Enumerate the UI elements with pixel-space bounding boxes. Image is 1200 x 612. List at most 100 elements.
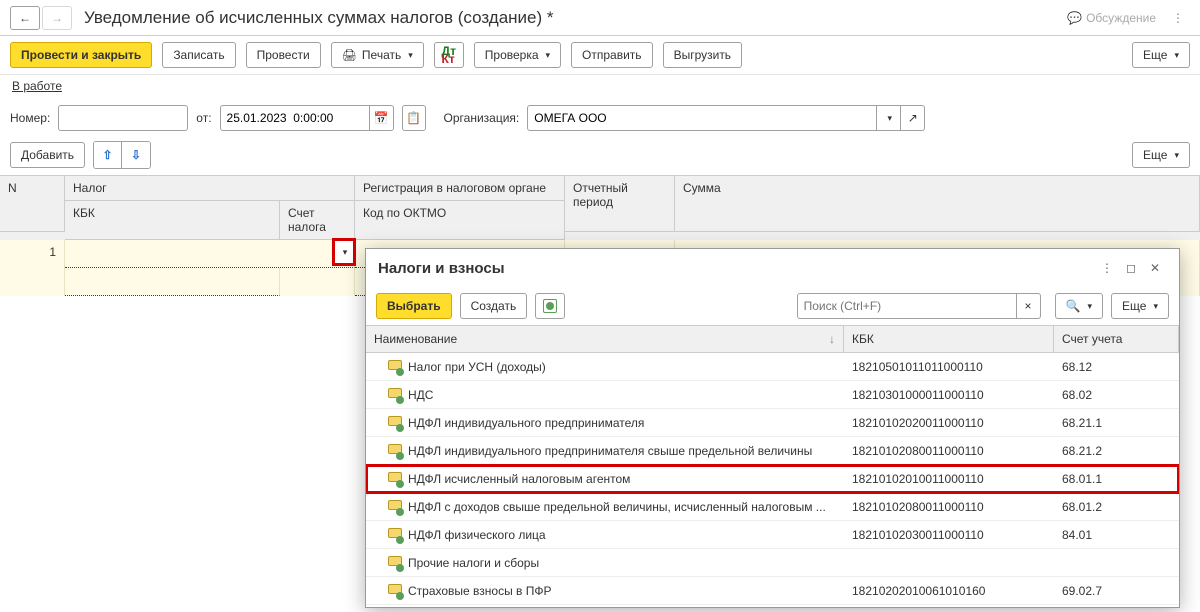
org-input-group: ▾ ↗ (527, 105, 925, 131)
tax-kbk: 18210102030011000110 (844, 528, 1054, 542)
chevron-down-icon: ▾ (546, 50, 551, 61)
col-oktmo[interactable]: Код по ОКТМО (355, 201, 564, 225)
main-toolbar: Провести и закрыть Записать Провести 🖨 П… (0, 36, 1200, 75)
calendar-icon[interactable]: 📅 (370, 105, 394, 131)
org-dropdown-button[interactable]: ▾ (877, 105, 901, 131)
check-button[interactable]: Проверка ▾ (474, 42, 561, 68)
popup-more-button[interactable]: Еще ▾ (1111, 293, 1169, 319)
tax-row[interactable]: НДФЛ индивидуального предпринимателя свы… (366, 437, 1179, 465)
number-input[interactable] (58, 105, 188, 131)
search-clear-button[interactable]: × (1017, 293, 1041, 319)
popup-toolbar: Выбрать Создать × 🔍 ▾ Еще ▾ (366, 287, 1179, 325)
popup-grid-header: Наименование ↓ КБК Счет учета (366, 325, 1179, 353)
date-input-group: 📅 (220, 105, 394, 131)
tax-kbk: 18210102080011000110 (844, 444, 1054, 458)
tax-acc: 84.01 (1054, 528, 1179, 542)
tax-kbk: 18210102010011000110 (844, 472, 1054, 486)
grid-toolbar: Добавить ⇧ ⇩ Еще ▾ (0, 135, 1200, 175)
tax-name: Страховые взносы в ПФР (408, 584, 552, 598)
tax-acc: 68.01.2 (1054, 500, 1179, 514)
search-input[interactable] (797, 293, 1017, 319)
tax-row[interactable]: НДФЛ с доходов свыше предельной величины… (366, 493, 1179, 521)
col-n[interactable]: N (0, 176, 65, 232)
status-row: В работе (0, 75, 1200, 101)
col-reg[interactable]: Регистрация в налоговом органе (355, 176, 564, 201)
form-row: Номер: от: 📅 📋 Организация: ▾ ↗ (0, 101, 1200, 135)
tax-row[interactable]: НДФЛ исчисленный налоговым агентом182101… (366, 465, 1179, 493)
tax-icon (388, 416, 402, 430)
col-tax[interactable]: Налог (65, 176, 354, 201)
tax-name: НДФЛ физического лица (408, 528, 546, 542)
printer-icon: 🖨 (342, 48, 357, 62)
tax-name: НДФЛ с доходов свыше предельной величины… (408, 500, 826, 514)
col-acc[interactable]: Счет налога (280, 201, 354, 239)
chevron-down-icon: ▾ (1174, 50, 1179, 61)
tax-icon (388, 556, 402, 570)
add-button[interactable]: Добавить (10, 142, 85, 168)
tax-icon (388, 584, 402, 598)
create-copy-button[interactable] (535, 293, 565, 319)
tax-acc: 68.01.1 (1054, 472, 1179, 486)
tax-icon (388, 360, 402, 374)
tax-row[interactable]: НДФЛ физического лица 1821010203001100011… (366, 521, 1179, 549)
col-kbk[interactable]: КБК (65, 201, 280, 239)
org-label: Организация: (444, 111, 520, 125)
tax-row[interactable]: Налог при УСН (доходы)182105010110110001… (366, 353, 1179, 381)
select-button[interactable]: Выбрать (376, 293, 452, 319)
popup-menu-button[interactable]: ⋮ (1095, 257, 1119, 279)
search-box: × (797, 293, 1041, 319)
status-link[interactable]: В работе (12, 79, 62, 93)
org-open-button[interactable]: ↗ (901, 105, 925, 131)
popup-header: Налоги и взносы ⋮ ◻ ✕ (366, 249, 1179, 287)
tax-kbk: 18210102020011000110 (844, 416, 1054, 430)
move-down-button[interactable]: ⇩ (122, 142, 150, 168)
grid-header-row1: N Налог КБК Счет налога Регистрация в на… (0, 176, 1200, 240)
print-button[interactable]: 🖨 Печать ▾ (331, 42, 424, 68)
kbk-cell[interactable] (65, 268, 280, 296)
tax-row[interactable]: НДС1821030100001100011068.02 (366, 381, 1179, 409)
dtkt-button[interactable]: ДтКт (434, 42, 464, 68)
popup-maximize-button[interactable]: ◻ (1119, 257, 1143, 279)
kebab-menu[interactable]: ⋮ (1166, 11, 1190, 25)
popup-body[interactable]: Налог при УСН (доходы)182105010110110001… (366, 353, 1179, 607)
col-sum[interactable]: Сумма (675, 176, 1200, 232)
discuss-button[interactable]: 💬 Обсуждение (1067, 11, 1156, 25)
send-button[interactable]: Отправить (571, 42, 653, 68)
tax-name: Прочие налоги и сборы (408, 556, 539, 570)
copy-icon (543, 299, 557, 313)
forward-button[interactable]: → (42, 6, 72, 30)
tax-row[interactable]: НДФЛ индивидуального предпринимателя1821… (366, 409, 1179, 437)
tax-icon (388, 528, 402, 542)
date-input[interactable] (220, 105, 370, 131)
search-button[interactable]: 🔍 ▾ (1055, 293, 1103, 319)
write-button[interactable]: Записать (162, 42, 235, 68)
row-n: 1 (0, 240, 65, 268)
tax-acc: 68.02 (1054, 388, 1179, 402)
tax-icon (388, 472, 402, 486)
tax-name: НДФЛ индивидуального предпринимателя свы… (408, 444, 812, 458)
tax-icon (388, 500, 402, 514)
tax-acc: 68.21.2 (1054, 444, 1179, 458)
acc-cell[interactable] (280, 268, 355, 296)
back-button[interactable]: ← (10, 6, 40, 30)
more-button[interactable]: Еще ▾ (1132, 42, 1190, 68)
sort-arrow-icon: ↓ (829, 332, 835, 346)
col-period[interactable]: Отчетный период (565, 176, 675, 232)
grid-more-button[interactable]: Еще ▾ (1132, 142, 1190, 168)
popup-col-acc[interactable]: Счет учета (1054, 326, 1179, 352)
tax-row[interactable]: Страховые взносы в ПФР182102020100610101… (366, 577, 1179, 605)
move-up-button[interactable]: ⇧ (94, 142, 122, 168)
popup-col-name[interactable]: Наименование ↓ (366, 326, 844, 352)
popup-col-kbk[interactable]: КБК (844, 326, 1054, 352)
popup-title: Налоги и взносы (378, 260, 1095, 277)
create-button[interactable]: Создать (460, 293, 528, 319)
tax-dropdown-trigger[interactable]: ▾ (332, 238, 356, 266)
tax-cell[interactable]: ▾ (65, 240, 355, 268)
org-input[interactable] (527, 105, 877, 131)
popup-close-button[interactable]: ✕ (1143, 257, 1167, 279)
upload-button[interactable]: Выгрузить (663, 42, 743, 68)
post-button[interactable]: Провести (246, 42, 321, 68)
tax-row[interactable]: Прочие налоги и сборы (366, 549, 1179, 577)
doc-registry-button[interactable]: 📋 (402, 105, 426, 131)
post-and-close-button[interactable]: Провести и закрыть (10, 42, 152, 68)
